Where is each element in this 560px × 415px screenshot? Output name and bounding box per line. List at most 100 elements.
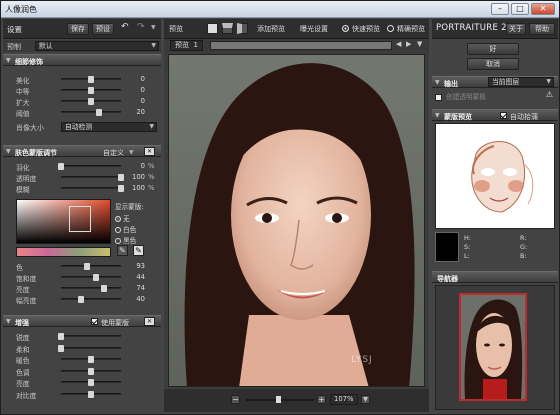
reset-icon[interactable]: ✕ xyxy=(144,147,155,156)
skin-color-slider-value[interactable]: 40 xyxy=(123,295,145,303)
zoom-slider-thumb[interactable] xyxy=(276,396,281,403)
mask-display-option[interactable]: 白色 xyxy=(115,224,159,234)
mask-preview-section-header[interactable]: ▼ 蒙版预览 自动拾蒲 xyxy=(432,109,558,121)
slider-thumb[interactable] xyxy=(58,344,64,352)
history-dropdown-icon[interactable]: ▼ xyxy=(151,24,156,31)
enhance-slider[interactable] xyxy=(61,390,121,398)
undo-icon[interactable]: ↶ xyxy=(121,22,129,32)
slider-thumb[interactable] xyxy=(58,333,64,340)
eyedropper-active-icon[interactable]: ✎ xyxy=(133,245,144,256)
portrait-size-select[interactable]: 自动检测 ▼ xyxy=(61,122,157,132)
cancel-button[interactable]: 取消 xyxy=(467,58,519,70)
redo-icon[interactable]: ↷ xyxy=(137,22,145,32)
close-button[interactable]: ✕ xyxy=(531,3,555,15)
detail-slider[interactable] xyxy=(61,76,121,83)
help-button[interactable]: 帮助 xyxy=(529,23,555,35)
slider-thumb[interactable] xyxy=(88,356,94,363)
ok-button[interactable]: 好 xyxy=(467,43,519,55)
slider-thumb[interactable] xyxy=(101,285,108,292)
tab-menu-icon[interactable]: ▼ xyxy=(417,40,422,48)
skin-mask-section-header[interactable]: ▼ 肤色蒙版调节 自定义 ▼ ✕ xyxy=(3,145,161,157)
preset-select[interactable]: 默认 ▼ xyxy=(35,41,159,51)
enhance-slider[interactable] xyxy=(61,356,121,363)
settings-tab[interactable]: 设置 xyxy=(7,24,22,35)
tab-prev-icon[interactable]: ◀ xyxy=(396,40,401,48)
mask-display-option[interactable]: 无 xyxy=(115,213,159,223)
radio-icon[interactable] xyxy=(115,227,121,233)
slider-thumb[interactable] xyxy=(95,109,102,116)
preview-tab-1[interactable]: 预览 1 xyxy=(170,40,203,51)
slider-thumb[interactable] xyxy=(88,367,94,375)
slider-thumb[interactable] xyxy=(92,274,99,281)
enhance-slider[interactable] xyxy=(61,367,121,375)
output-section-header[interactable]: ▼ 输出 当前图层 ▼ xyxy=(432,76,558,88)
detail-section-header[interactable]: ▼ 细節修饰 xyxy=(3,54,161,66)
reset-icon[interactable]: ✕ xyxy=(144,317,155,326)
detail-slider-value[interactable]: 0 xyxy=(123,75,145,83)
skin-mask-slider[interactable] xyxy=(58,163,121,170)
fast-preview-radio[interactable] xyxy=(342,25,349,32)
skin-mode-select[interactable]: 自定义 xyxy=(103,148,124,158)
skin-mask-slider[interactable] xyxy=(61,174,124,181)
use-mask-checkbox[interactable] xyxy=(91,317,98,325)
enhance-slider[interactable] xyxy=(58,333,121,340)
skin-color-slider[interactable] xyxy=(61,263,121,270)
zoom-out-icon[interactable]: − xyxy=(231,395,240,404)
maximize-button[interactable]: □ xyxy=(511,3,529,15)
slider-thumb[interactable] xyxy=(88,87,94,94)
detail-slider[interactable] xyxy=(61,109,121,116)
skin-color-slider-value[interactable]: 44 xyxy=(123,273,145,281)
skin-mask-slider-value[interactable]: 0 xyxy=(123,162,145,170)
skin-color-slider[interactable] xyxy=(61,285,121,292)
skin-color-picker[interactable] xyxy=(16,199,111,244)
navigator-panel[interactable] xyxy=(435,285,555,410)
hue-range-slider[interactable] xyxy=(16,247,111,257)
enhance-slider[interactable] xyxy=(61,379,121,386)
accurate-preview-radio[interactable] xyxy=(387,25,394,32)
single-view-icon[interactable] xyxy=(207,23,218,34)
eyedropper-icon[interactable]: ✎ xyxy=(117,245,128,256)
slider-thumb[interactable] xyxy=(58,163,64,170)
split-horizontal-icon[interactable] xyxy=(222,23,233,34)
enhance-slider[interactable] xyxy=(58,344,121,352)
output-select[interactable]: 当前图层 ▼ xyxy=(488,77,554,87)
skin-color-slider[interactable] xyxy=(61,274,121,281)
detail-slider[interactable] xyxy=(61,98,121,105)
slider-thumb[interactable] xyxy=(88,390,94,398)
slider-thumb[interactable] xyxy=(84,263,91,270)
exposure-settings-button[interactable]: 曝光设置 xyxy=(300,24,328,34)
enhance-section-header[interactable]: ▼ 增强 使用蒙版 ✕ xyxy=(3,315,161,327)
detail-slider-value[interactable]: 0 xyxy=(123,86,145,94)
tab-next-icon[interactable]: ▶ xyxy=(406,40,411,48)
slider-thumb[interactable] xyxy=(88,379,94,386)
zoom-in-icon[interactable]: + xyxy=(317,395,326,404)
about-button[interactable]: 关于 xyxy=(506,23,526,35)
radio-icon[interactable] xyxy=(115,238,121,244)
slider-thumb[interactable] xyxy=(88,98,94,105)
portrait-preview-image[interactable]: LYSJ xyxy=(168,54,425,387)
skin-mask-slider-value[interactable]: 100 xyxy=(123,184,145,192)
color-selection-box[interactable] xyxy=(69,206,91,232)
zoom-select[interactable]: 107% xyxy=(330,394,358,405)
create-transparent-mask-checkbox[interactable] xyxy=(435,93,442,101)
mask-display-option[interactable]: 黑色 xyxy=(115,235,159,245)
skin-mask-slider-value[interactable]: 100 xyxy=(123,173,145,181)
slider-thumb[interactable] xyxy=(78,296,85,303)
skin-color-slider-value[interactable]: 74 xyxy=(123,284,145,292)
zoom-dropdown-icon[interactable]: ▼ xyxy=(361,395,370,404)
skin-color-slider-value[interactable]: 93 xyxy=(123,262,145,270)
navigator-viewport[interactable] xyxy=(459,293,527,401)
detail-slider-value[interactable]: 20 xyxy=(123,108,145,116)
slider-thumb[interactable] xyxy=(88,76,94,83)
split-vertical-icon[interactable] xyxy=(237,23,248,34)
minimize-button[interactable]: – xyxy=(491,3,509,15)
skin-color-slider[interactable] xyxy=(61,296,121,303)
radio-icon[interactable] xyxy=(115,216,121,222)
detail-slider-value[interactable]: 0 xyxy=(123,97,145,105)
save-button[interactable]: 保存 xyxy=(67,23,89,35)
skin-mask-slider[interactable] xyxy=(61,185,124,192)
navigator-section-header[interactable]: 导航器 xyxy=(432,271,558,283)
add-preview-button[interactable]: 添加预览 xyxy=(257,24,285,34)
preset-button[interactable]: 预设 xyxy=(92,23,114,35)
detail-slider[interactable] xyxy=(61,87,121,94)
